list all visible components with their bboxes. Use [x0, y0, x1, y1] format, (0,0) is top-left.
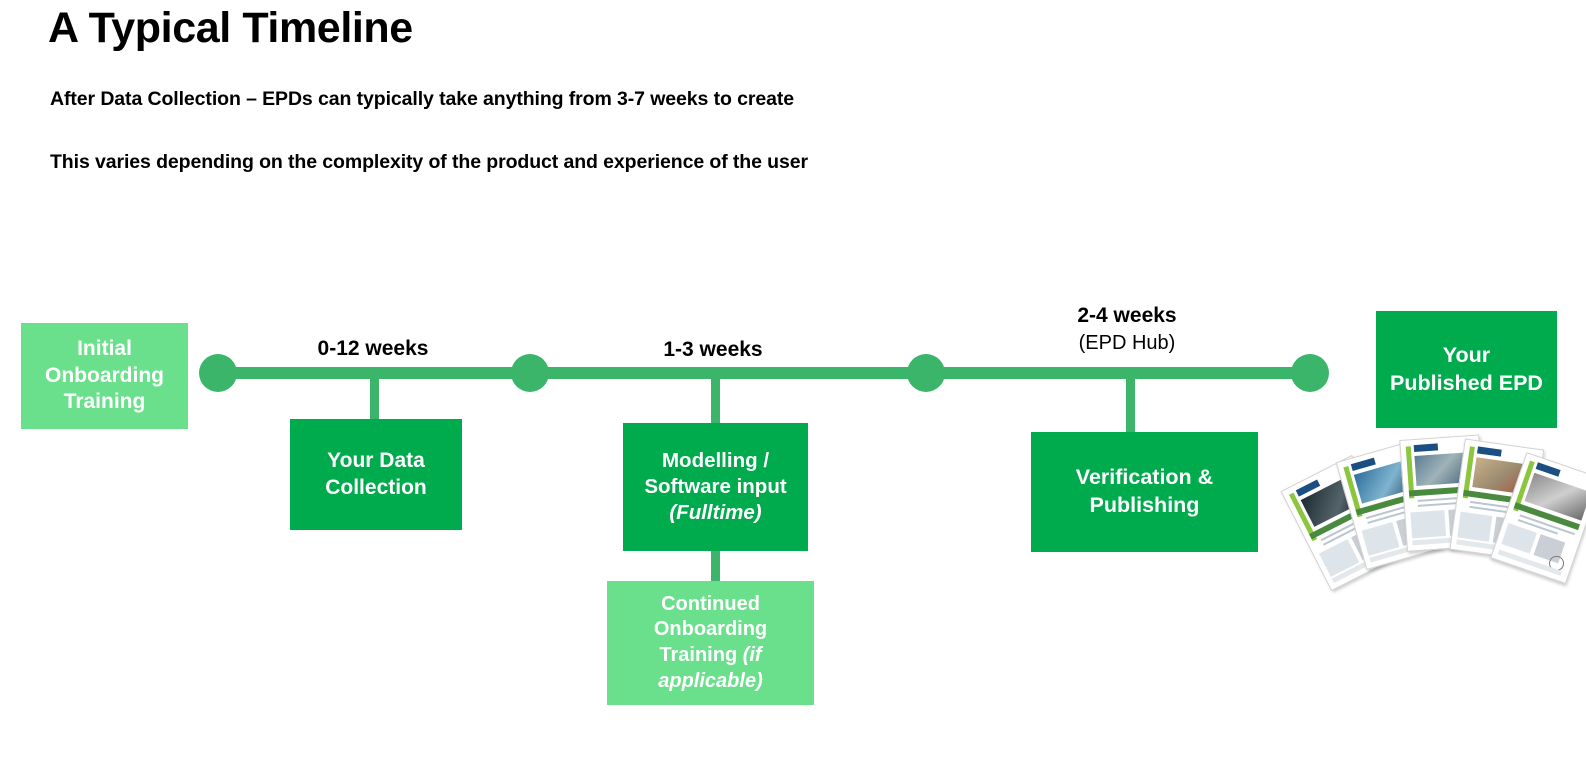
stage-line: Initial [77, 336, 132, 360]
stage-line: Verification & [1075, 465, 1214, 490]
duration-label-text: 2-4 weeks [1077, 304, 1177, 327]
timeline-node-1 [199, 354, 237, 392]
document-logo [1477, 446, 1502, 457]
timeline-node-4 [1291, 354, 1329, 392]
stage-line: Onboarding [653, 618, 768, 641]
connector-to-continued-onboarding [711, 548, 720, 582]
duration-label-1-3-weeks: 1-3 weeks [613, 336, 813, 364]
connector-to-verification [1126, 373, 1135, 435]
duration-label-2-4-weeks: 2-4 weeks (EPD Hub) [1027, 302, 1227, 357]
timeline-rail [216, 367, 1312, 379]
duration-label-text: 0-12 weeks [317, 337, 429, 360]
stage-label: Your Data Collection [325, 448, 427, 502]
stage-label: Your Published EPD [1390, 342, 1543, 397]
stage-line: Your Data [327, 448, 425, 472]
slide-canvas: A Typical Timeline After Data Collection… [0, 0, 1586, 777]
subtitle-line-1: After Data Collection – EPDs can typical… [50, 88, 794, 110]
document-text-block [1410, 510, 1447, 539]
epd-document-fan-image [1280, 425, 1586, 592]
stage-initial-onboarding-training: Initial Onboarding Training [21, 323, 188, 429]
duration-sublabel-epd-hub: (EPD Hub) [1078, 332, 1176, 355]
stage-line: Publishing [1089, 493, 1200, 517]
stage-label: Initial Onboarding Training [45, 336, 164, 417]
stage-continued-onboarding-training: Continued Onboarding Training (if applic… [607, 581, 814, 705]
duration-label-text: 1-3 weeks [663, 338, 763, 361]
stage-label: Continued Onboarding Training (if applic… [615, 592, 806, 694]
stage-verification-and-publishing: Verification & Publishing [1031, 432, 1258, 552]
stage-label: Verification & Publishing [1076, 464, 1213, 519]
duration-label-0-12-weeks: 0-12 weeks [273, 335, 473, 363]
stage-line: Continued [661, 592, 760, 615]
stage-line-with-note: Training (if applicable) [615, 643, 806, 694]
stage-line: Onboarding [45, 363, 164, 387]
stage-note: (Fulltime) [669, 501, 762, 525]
stage-line: Published EPD [1390, 370, 1543, 395]
stage-line: Your [1442, 342, 1491, 367]
stage-line: Training [659, 644, 743, 666]
stage-modelling-software-input: Modelling / Software input (Fulltime) [623, 423, 808, 551]
document-logo [1413, 443, 1439, 453]
timeline-node-2 [511, 354, 549, 392]
subtitle-line-2: This varies depending on the complexity … [50, 151, 808, 173]
stage-line: Training [63, 390, 146, 414]
stage-line: Software input [644, 474, 787, 498]
stage-your-data-collection: Your Data Collection [290, 419, 462, 530]
connector-to-data-collection [370, 373, 379, 423]
page-title: A Typical Timeline [48, 4, 413, 52]
document-text-block [1457, 511, 1493, 542]
stage-line: Collection [325, 475, 427, 499]
timeline-node-3 [907, 354, 945, 392]
stage-line: Modelling / [661, 448, 770, 472]
stage-your-published-epd: Your Published EPD [1376, 311, 1557, 428]
stage-label: Modelling / Software input (Fulltime) [644, 448, 786, 527]
document-text-block [1501, 523, 1537, 554]
connector-to-modelling [711, 373, 720, 425]
